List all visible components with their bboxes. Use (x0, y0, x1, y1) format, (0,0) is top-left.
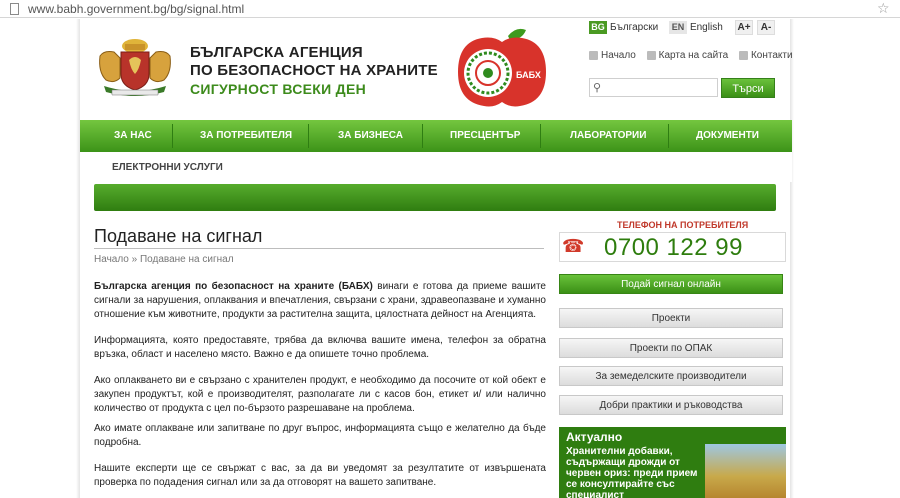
page-icon (10, 3, 19, 15)
title-divider (94, 248, 544, 249)
paragraph-experts: Нашите експерти ще се свържат с вас, за … (94, 463, 546, 488)
search-input[interactable] (589, 78, 718, 97)
top-link-sitemap[interactable]: Карта на сайта (646, 50, 728, 61)
coat-of-arms-logo[interactable] (94, 30, 176, 100)
nav-separator (540, 124, 541, 148)
nav-item-business[interactable]: ЗА БИЗНЕСА (338, 120, 403, 152)
babh-logo[interactable]: БАБХ (454, 26, 550, 108)
paragraph-intro-bold: Българска агенция по безопасност на хран… (94, 281, 373, 292)
bookmark-star-icon[interactable]: ☆ (877, 0, 890, 17)
nav-separator (172, 124, 173, 148)
nav-separator (422, 124, 423, 148)
nav-item-about[interactable]: ЗА НАС (114, 120, 152, 152)
good-practices-button[interactable]: Добри практики и ръководства (559, 395, 783, 415)
nav-item-e-services[interactable]: ЕЛЕКТРОННИ УСЛУГИ (112, 162, 223, 173)
agency-title-line1: БЪЛГАРСКА АГЕНЦИЯ (190, 44, 363, 61)
contacts-icon (738, 50, 748, 60)
news-image[interactable] (705, 444, 786, 498)
news-item-link[interactable]: Хранителни добавки, съдържащи дрожди от … (566, 446, 700, 498)
page-shadow-right (790, 19, 794, 498)
green-banner-bar (94, 184, 776, 211)
projects-button[interactable]: Проекти (559, 308, 783, 328)
font-increase-button[interactable]: A+ (735, 20, 753, 35)
search-icon: ⚲ (593, 82, 602, 94)
lang-en-label[interactable]: English (690, 22, 723, 33)
agency-slogan: СИГУРНОСТ ВСЕКИ ДЕН (190, 81, 367, 97)
home-icon (589, 50, 598, 60)
lang-en-code[interactable]: EN (668, 21, 687, 34)
farmers-button[interactable]: За земеделските производители (559, 366, 783, 386)
top-link-contacts[interactable]: Контакти (738, 50, 793, 61)
agency-title: БЪЛГАРСКА АГЕНЦИЯ ПО БЕЗОПАСНОСТ НА ХРАН… (190, 44, 438, 80)
page-title: Подаване на сигнал (94, 226, 263, 246)
consumer-phone-number[interactable]: 0700 122 99 (604, 234, 743, 262)
font-decrease-button[interactable]: A- (757, 20, 775, 35)
news-heading: Актуално (566, 430, 623, 444)
agency-title-line2: ПО БЕЗОПАСНОСТ НА ХРАНИТЕ (190, 62, 438, 79)
main-nav: ЗА НАС ЗА ПОТРЕБИТЕЛЯ ЗА БИЗНЕСА ПРЕСЦЕН… (80, 120, 792, 152)
language-switch: BG Български EN English (589, 21, 723, 34)
lang-bg-label[interactable]: Български (610, 22, 658, 33)
lang-bg-code[interactable]: BG (589, 21, 607, 34)
paragraph-other-question: Ако имате оплакване или запитване по дру… (94, 423, 546, 448)
top-link-home[interactable]: Начало (589, 50, 636, 61)
nav-separator (308, 124, 309, 148)
paragraph-product-complaint: Ако оплакването ви е свързано с хранител… (94, 375, 546, 414)
sitemap-icon (646, 50, 656, 60)
consumer-phone-label: ТЕЛЕФОН НА ПОТРЕБИТЕЛЯ (617, 220, 749, 230)
browser-url-bar[interactable]: www.babh.government.bg/bg/signal.html ☆ (0, 0, 900, 18)
paragraph-intro: Българска агенция по безопасност на хран… (94, 280, 546, 322)
breadcrumb[interactable]: Начало » Подаване на сигнал (94, 254, 234, 265)
nav-item-consumer[interactable]: ЗА ПОТРЕБИТЕЛЯ (200, 120, 292, 152)
nav-item-labs[interactable]: ЛАБОРАТОРИИ (570, 120, 646, 152)
babh-logo-text: БАБХ (516, 70, 541, 80)
nav-item-documents[interactable]: ДОКУМЕНТИ (696, 120, 759, 152)
phone-icon: ☎ (562, 236, 585, 256)
report-online-button[interactable]: Подай сигнал онлайн (559, 274, 783, 294)
top-links: Начало Карта на сайта Контакти (589, 50, 801, 61)
nav-item-press[interactable]: ПРЕСЦЕНТЪР (450, 120, 520, 152)
opak-projects-button[interactable]: Проекти по ОПАК (559, 338, 783, 358)
search-button[interactable]: Търси (721, 78, 775, 98)
secondary-nav: ЕЛЕКТРОННИ УСЛУГИ (80, 152, 792, 182)
nav-separator (668, 124, 669, 148)
paragraph-information: Информацията, която предоставяте, трябва… (94, 335, 546, 360)
url-text[interactable]: www.babh.government.bg/bg/signal.html (28, 2, 244, 16)
